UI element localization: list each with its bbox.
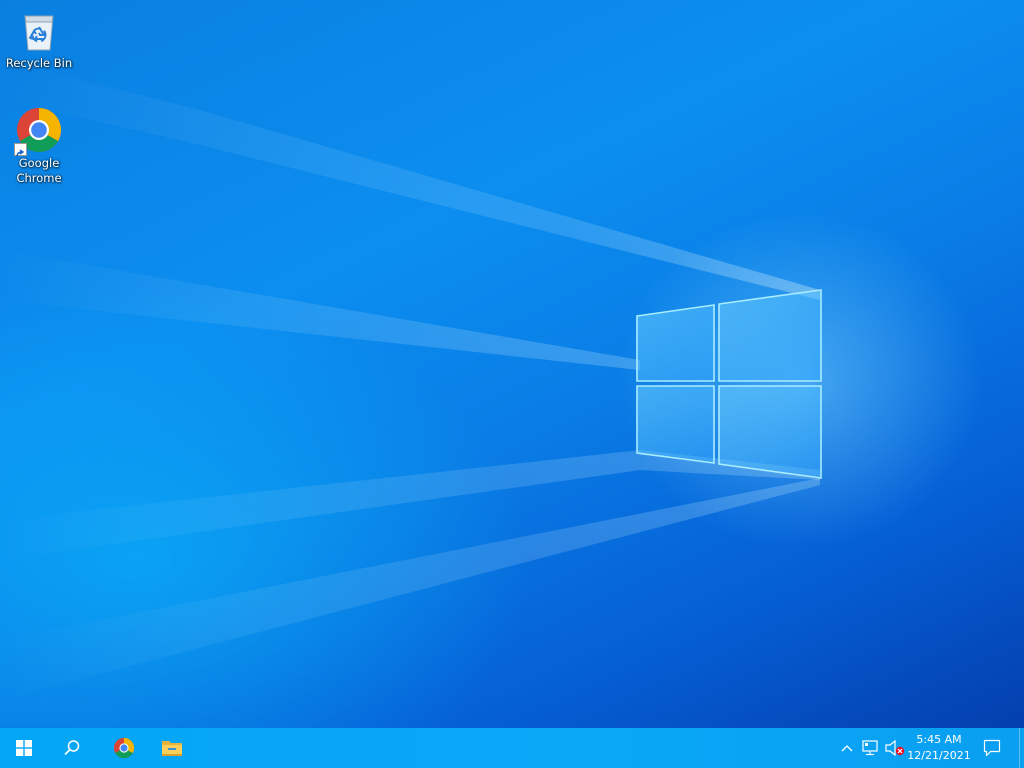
chrome-icon (113, 737, 135, 759)
search-icon (64, 740, 80, 756)
show-desktop-button[interactable] (1019, 728, 1024, 768)
chrome-icon (14, 106, 63, 158)
shortcut-arrow-icon (14, 143, 27, 158)
desktop-icon-recycle-bin[interactable]: Recycle Bin (1, 6, 77, 71)
wallpaper-light-beams (0, 60, 820, 700)
volume-muted-icon (885, 740, 905, 756)
show-hidden-icons-button[interactable] (836, 728, 858, 768)
clock-button[interactable]: 5:45 AM 12/21/2021 (906, 728, 972, 768)
folder-icon (162, 741, 182, 756)
search-button[interactable] (48, 728, 96, 768)
taskbar: 5:45 AM 12/21/2021 (0, 728, 1024, 768)
windows-start-icon (16, 740, 32, 756)
network-button[interactable] (860, 728, 882, 768)
chevron-up-icon (841, 745, 853, 752)
volume-button[interactable] (884, 728, 906, 768)
recycle-bin-icon (15, 6, 63, 54)
desktop-icon-google-chrome[interactable]: Google Chrome (1, 106, 77, 186)
desktop-icon-label: Recycle Bin (5, 56, 73, 70)
desktop-wallpaper: Recycle Bin Google Chrome (0, 0, 1024, 728)
start-button[interactable] (0, 728, 48, 768)
desktop-icon-label: Google Chrome (16, 156, 62, 185)
windows-logo (636, 289, 822, 479)
network-icon (862, 740, 878, 756)
taskbar-app-file-explorer[interactable] (148, 728, 196, 768)
clock-date: 12/21/2021 (907, 749, 971, 762)
clock-time: 5:45 AM (916, 733, 962, 746)
notification-icon (983, 739, 1001, 757)
action-center-button[interactable] (978, 728, 1006, 768)
taskbar-app-chrome[interactable] (100, 728, 148, 768)
